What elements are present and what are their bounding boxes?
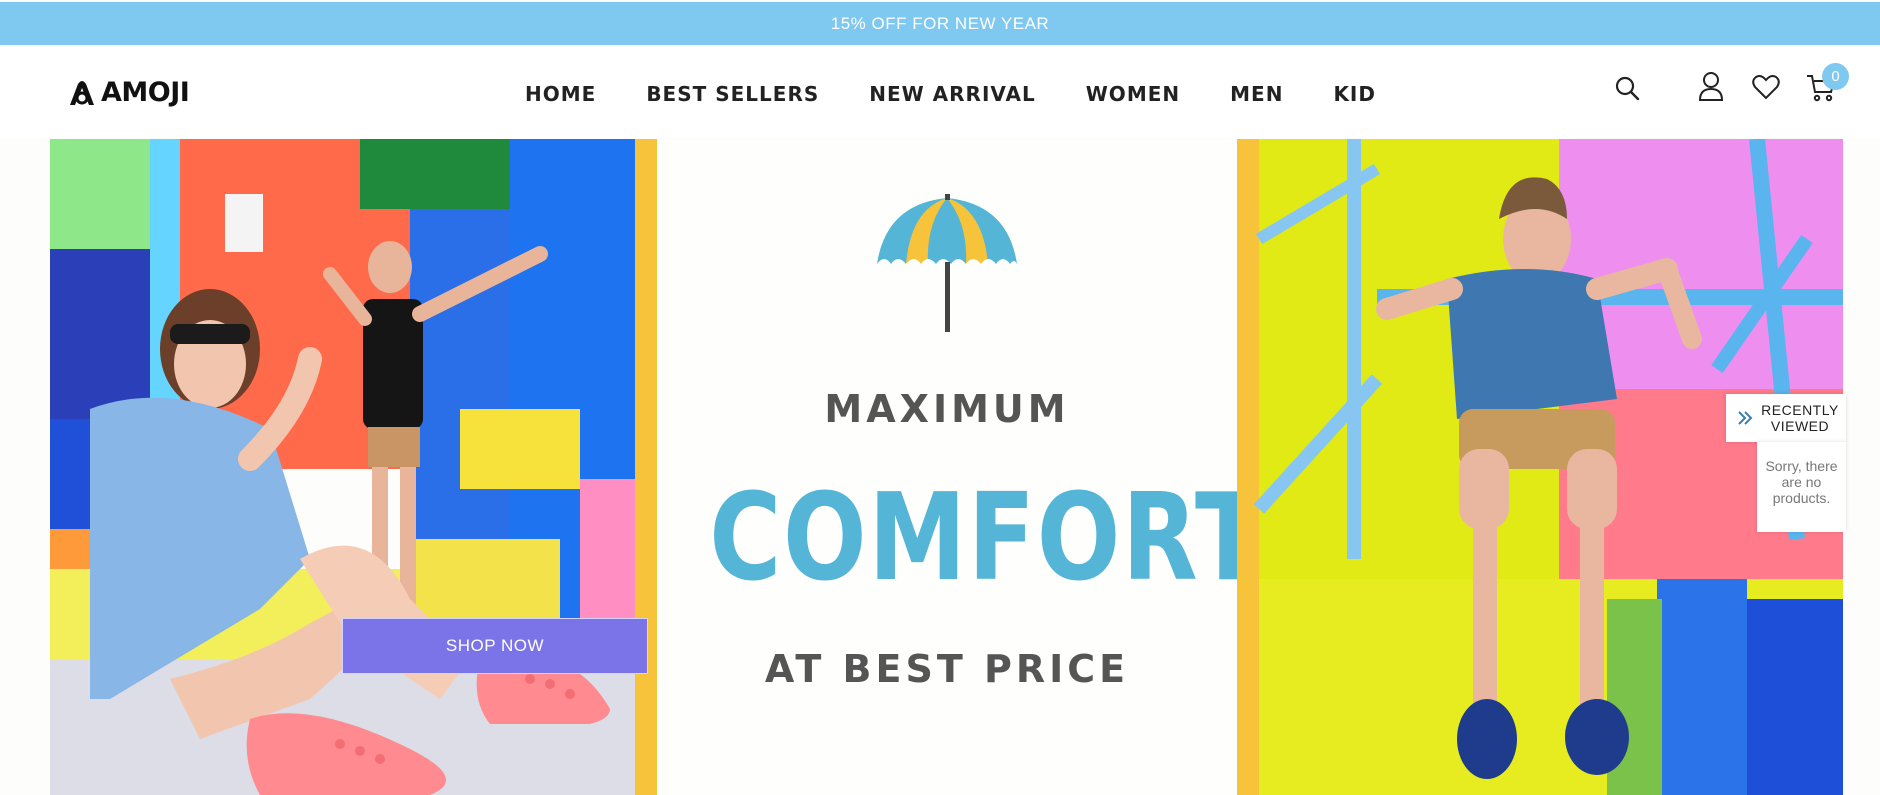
account-icon[interactable]	[1698, 71, 1724, 101]
recently-viewed-tab[interactable]: RECENTLY VIEWED	[1726, 394, 1846, 442]
nav-men[interactable]: MEN	[1230, 82, 1283, 106]
main-nav: HOME BEST SELLERS NEW ARRIVAL WOMEN MEN …	[525, 82, 1426, 106]
hero-center-panel: MAXIMUM COMFORT AT BEST PRICE	[657, 139, 1264, 795]
women-sandals-photo	[50, 139, 657, 795]
site-header: AMOJI HOME BEST SELLERS NEW ARRIVAL WOME…	[0, 45, 1880, 138]
hero-image-right[interactable]	[1237, 139, 1843, 795]
recently-viewed-empty-message: Sorry, there are no products.	[1765, 458, 1838, 506]
nav-new-arrival[interactable]: NEW ARRIVAL	[869, 82, 1036, 106]
hero-image-left[interactable]: SHOP NOW	[50, 139, 657, 795]
search-icon[interactable]	[1614, 75, 1640, 101]
brand-name: AMOJI	[101, 77, 190, 108]
shop-now-button[interactable]: SHOP NOW	[342, 618, 648, 674]
cart-count-badge[interactable]: 0	[1822, 63, 1849, 90]
hero-tagline-main: COMFORT	[709, 469, 1264, 608]
beach-umbrella-icon	[877, 194, 1017, 332]
hero-tagline-bottom: AT BEST PRICE	[764, 647, 1130, 691]
wishlist-heart-icon[interactable]	[1752, 74, 1780, 100]
nav-best-sellers[interactable]: BEST SELLERS	[646, 82, 819, 106]
nav-women[interactable]: WOMEN	[1086, 82, 1180, 106]
nav-kid[interactable]: KID	[1333, 82, 1376, 106]
announcement-bar: 15% OFF FOR NEW YEAR	[0, 2, 1880, 45]
double-chevron-right-icon[interactable]	[1736, 409, 1754, 427]
announcement-text: 15% OFF FOR NEW YEAR	[830, 13, 1050, 33]
recently-viewed-title: RECENTLY VIEWED	[1761, 402, 1839, 434]
logo-mark-icon	[70, 80, 94, 105]
brand-logo[interactable]: AMOJI	[67, 77, 190, 108]
hero-tagline-top: MAXIMUM	[824, 387, 1070, 431]
recently-viewed-panel: Sorry, there are no products.	[1757, 442, 1846, 532]
nav-home[interactable]: HOME	[525, 82, 596, 106]
men-clogs-photo	[1237, 139, 1843, 795]
